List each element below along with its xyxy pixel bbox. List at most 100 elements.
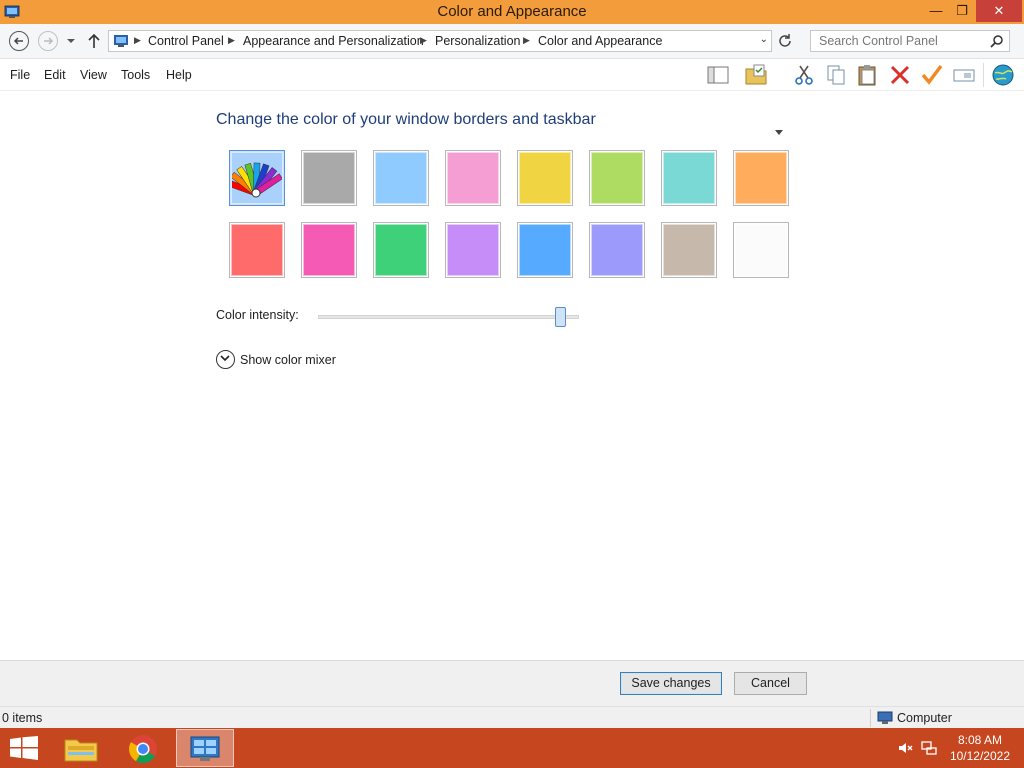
show-color-mixer-label[interactable]: Show color mixer [240,353,336,367]
item-count: 0 items [2,711,43,725]
chevron-down-icon [220,355,230,362]
swatch-fill [519,224,571,276]
color-swatch-white[interactable] [733,222,789,278]
menu-tools[interactable]: Tools [121,68,150,82]
swatch-fill [447,152,499,204]
swatch-fill [519,152,571,204]
swatch-fill [231,224,283,276]
breadcrumb-separator-icon[interactable]: ▶ [420,35,427,46]
chrome-icon [129,735,157,763]
paste-icon[interactable] [856,63,880,87]
swatch-fill [663,224,715,276]
status-divider [870,709,871,727]
menu-file[interactable]: File [10,68,30,82]
menu-help[interactable]: Help [166,68,192,82]
swatch-fill [735,224,787,276]
taskbar-chrome[interactable] [114,729,172,767]
delete-icon[interactable] [888,63,912,87]
file-explorer-icon [64,739,98,762]
search-icon[interactable] [990,34,1004,48]
swatch-fill [591,152,643,204]
check-icon[interactable] [920,63,944,87]
address-bar[interactable]: ▶ Control Panel ▶ Appearance and Persona… [108,30,772,52]
chevron-down-icon[interactable] [775,130,783,136]
swatch-fill [447,224,499,276]
swatch-fill [663,152,715,204]
color-swatch-automatic[interactable] [229,150,285,206]
color-swatch-green[interactable] [373,222,429,278]
search-input[interactable]: Search Control Panel [819,34,938,48]
color-intensity-label: Color intensity: [216,308,299,322]
menu-view[interactable]: View [80,68,107,82]
color-palette-icon [232,162,282,198]
control-panel-icon [114,35,128,47]
page-heading: Change the color of your window borders … [216,111,596,128]
color-intensity-slider-thumb[interactable] [555,307,567,327]
windows-start-icon[interactable] [10,736,38,760]
breadcrumb-separator-icon[interactable]: ▶ [134,35,141,46]
color-swatch-blue[interactable] [517,222,573,278]
taskbar-file-explorer[interactable] [52,729,110,767]
refresh-icon[interactable] [776,32,794,50]
swatch-fill [303,224,355,276]
properties-folder-icon[interactable] [744,63,768,87]
restore-button[interactable]: ❐ [948,0,976,22]
back-button[interactable] [9,31,29,51]
globe-icon[interactable] [991,63,1015,87]
window-title: Color and Appearance [437,3,587,20]
status-bar: 0 items Computer [0,706,1024,728]
color-intensity-slider-track[interactable] [318,315,579,319]
swatch-fill [375,224,427,276]
rename-icon[interactable] [952,63,976,87]
breadcrumb-separator-icon[interactable]: ▶ [523,35,530,46]
back-arrow-icon [13,37,23,45]
color-swatch-lime[interactable] [589,150,645,206]
color-swatch-orange[interactable] [733,150,789,206]
breadcrumb-separator-icon[interactable]: ▶ [228,35,235,46]
cut-icon[interactable] [792,63,816,87]
address-dropdown-icon[interactable]: ⌄ [760,34,768,45]
layout-pane-icon[interactable] [706,63,730,87]
taskbar: 8:08 AM 10/12/2022 [0,728,1024,768]
save-changes-button[interactable]: Save changes [620,672,722,695]
copy-icon[interactable] [824,63,848,87]
swatch-fill [735,152,787,204]
title-bar: Color and Appearance — ❐ ✕ [0,0,1024,24]
search-box[interactable]: Search Control Panel [810,30,1010,52]
color-swatch-sky-blue[interactable] [373,150,429,206]
clock-date: 10/12/2022 [949,749,1010,763]
up-arrow-icon[interactable] [87,33,101,49]
forward-button[interactable] [38,31,58,51]
swatch-fill [375,152,427,204]
navigation-bar: ▶ Control Panel ▶ Appearance and Persona… [0,24,1024,59]
breadcrumb-color-appearance[interactable]: Color and Appearance [538,34,662,48]
close-button[interactable]: ✕ [976,0,1022,22]
breadcrumb-personalization[interactable]: Personalization [435,34,520,48]
breadcrumb-appearance-personalization[interactable]: Appearance and Personalization [243,34,424,48]
color-swatch-taupe[interactable] [661,222,717,278]
breadcrumb-control-panel[interactable]: Control Panel [148,34,224,48]
color-swatch-magenta[interactable] [301,222,357,278]
volume-muted-icon[interactable] [897,740,913,756]
color-swatch-teal[interactable] [661,150,717,206]
computer-icon [877,711,893,724]
color-swatch-gray[interactable] [301,150,357,206]
clock-time: 8:08 AM [957,733,1002,747]
system-clock[interactable]: 8:08 AM 10/12/2022 [950,732,1010,764]
show-color-mixer-toggle[interactable] [216,350,235,369]
color-swatch-periwinkle[interactable] [589,222,645,278]
minimize-button[interactable]: — [922,0,950,22]
swatch-fill [303,152,355,204]
network-icon[interactable] [921,740,937,756]
color-swatch-yellow[interactable] [517,150,573,206]
dialog-footer: Save changes Cancel [0,660,1024,706]
cancel-button[interactable]: Cancel [734,672,807,695]
taskbar-control-panel[interactable] [176,729,234,767]
recent-locations-dropdown-icon[interactable] [66,37,76,45]
color-swatch-red[interactable] [229,222,285,278]
control-panel-icon [190,736,220,761]
color-swatch-lavender[interactable] [445,222,501,278]
menu-edit[interactable]: Edit [44,68,66,82]
menu-bar: File Edit View Tools Help [0,59,1024,135]
color-swatch-pink[interactable] [445,150,501,206]
